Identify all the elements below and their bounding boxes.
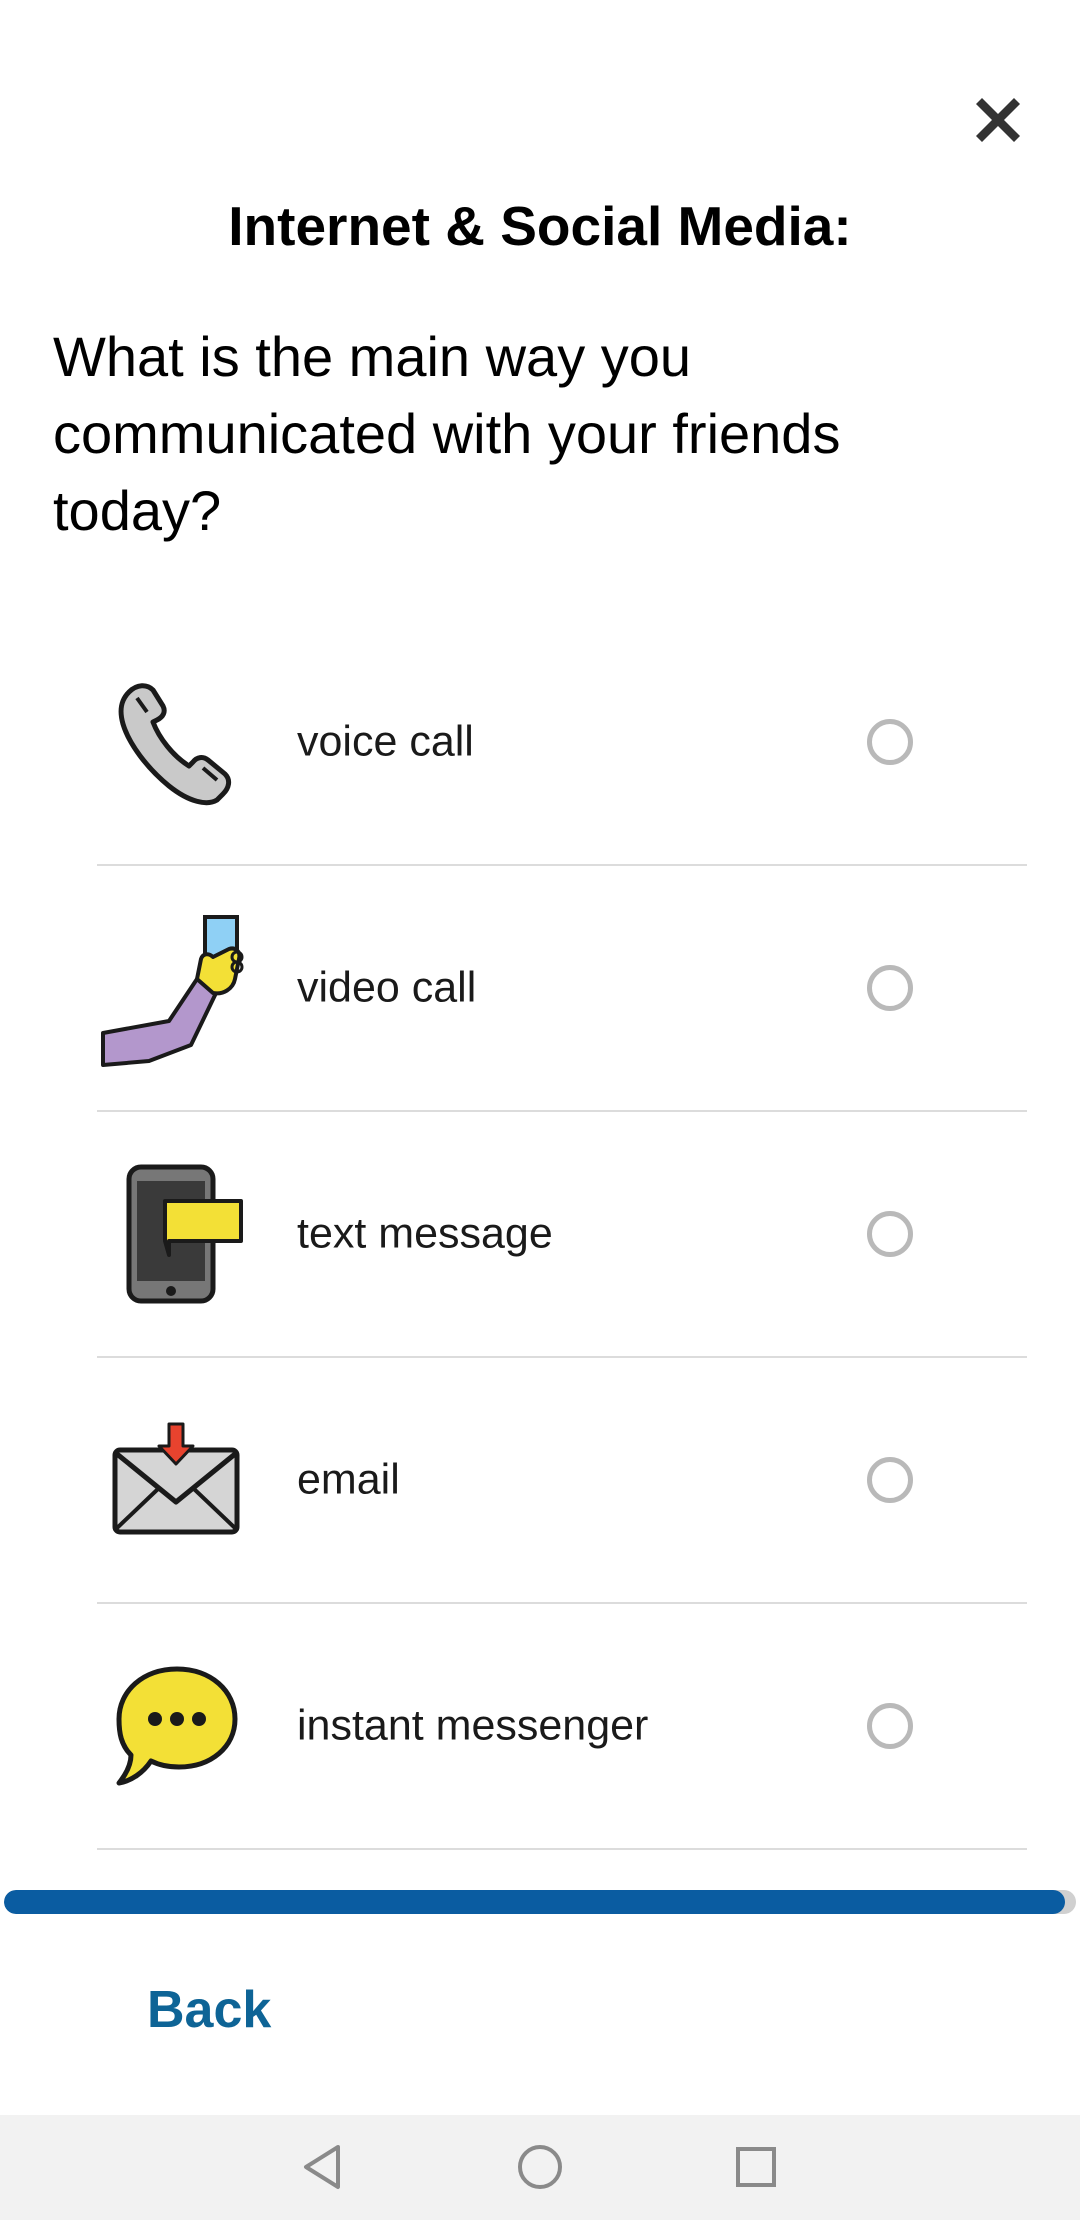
envelope-incoming-icon [97, 1400, 257, 1560]
speech-bubble-icon [97, 1646, 257, 1806]
question-text: What is the main way you communicated wi… [53, 325, 841, 542]
telephone-handset-icon [97, 662, 257, 822]
close-button[interactable] [960, 82, 1036, 158]
option-label: text message [297, 1209, 553, 1258]
answer-options: voice call video call text message email… [97, 620, 1027, 1850]
option-label: voice call [297, 717, 474, 766]
nav-home-icon [518, 2145, 562, 2189]
option-video-call[interactable]: video call [97, 866, 1027, 1112]
hand-holding-phone-icon [97, 908, 257, 1068]
nav-home-button[interactable] [508, 2135, 572, 2199]
nav-back-icon [304, 2145, 340, 2189]
radio-button[interactable] [867, 1211, 913, 1257]
radio-button[interactable] [867, 719, 913, 765]
radio-button[interactable] [867, 965, 913, 1011]
option-text-message[interactable]: text message [97, 1112, 1027, 1358]
nav-recents-icon [736, 2147, 776, 2187]
close-icon [976, 98, 1020, 142]
nav-recents-button[interactable] [724, 2135, 788, 2199]
radio-button[interactable] [867, 1457, 913, 1503]
nav-back-button[interactable] [290, 2135, 354, 2199]
option-label: video call [297, 963, 477, 1012]
system-nav-bar [0, 2115, 1080, 2220]
progress-fill [4, 1890, 1066, 1914]
option-instant-messenger[interactable]: instant messenger [97, 1604, 1027, 1850]
back-button[interactable]: Back [147, 1980, 271, 2040]
phone-with-message-icon [97, 1154, 257, 1314]
radio-button[interactable] [867, 1703, 913, 1749]
option-label: instant messenger [297, 1701, 649, 1750]
survey-screen: Internet & Social Media: What is the mai… [0, 0, 1080, 2220]
option-label: email [297, 1455, 400, 1504]
section-title: Internet & Social Media: [228, 195, 852, 257]
option-voice-call[interactable]: voice call [97, 620, 1027, 866]
progress-bar [4, 1890, 1076, 1914]
option-email[interactable]: email [97, 1358, 1027, 1604]
